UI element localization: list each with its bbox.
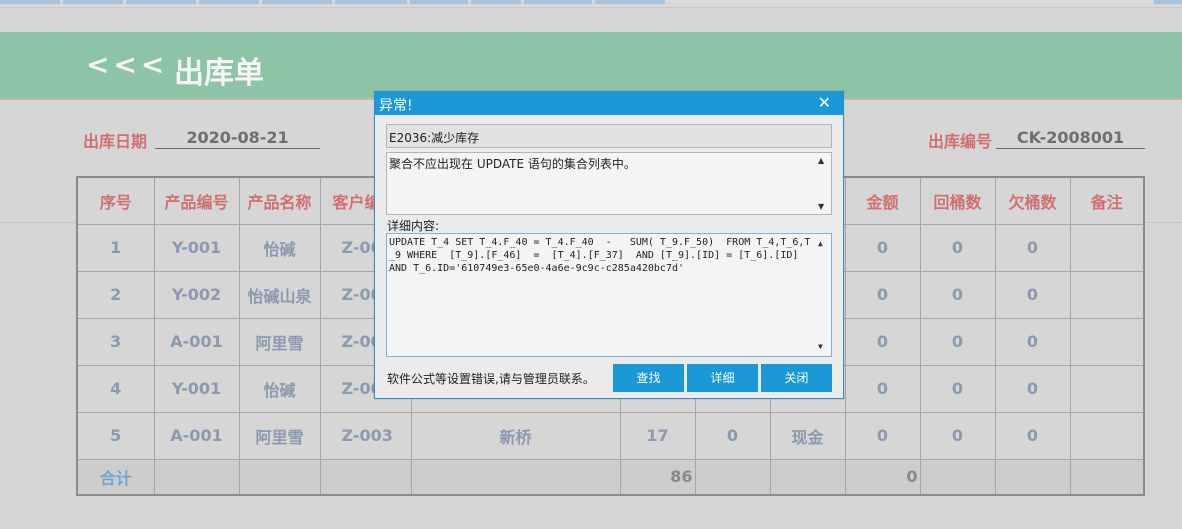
table-cell[interactable]: Y-002 <box>153 270 240 319</box>
table-cell[interactable]: 0 <box>919 411 996 460</box>
close-button[interactable]: 关闭 <box>761 364 832 392</box>
dialog-titlebar[interactable]: 异常! ✕ <box>375 92 843 115</box>
find-button[interactable]: 查找 <box>613 364 684 392</box>
table-cell[interactable]: 怡碱 <box>238 364 321 413</box>
tab-6[interactable] <box>335 0 407 4</box>
summary-cell <box>153 458 240 496</box>
detail-text: UPDATE T_4 SET T_4.F_40 = T_4.F_40 - SUM… <box>389 237 811 274</box>
tab-10[interactable] <box>595 0 665 4</box>
table-cell[interactable]: 5 <box>76 411 155 460</box>
column-header[interactable]: 产品名称 <box>238 176 321 225</box>
detail-label: 详细内容: <box>387 219 440 233</box>
table-cell[interactable]: 0 <box>919 364 996 413</box>
tab-8[interactable] <box>471 0 521 4</box>
summary-cell <box>769 458 846 496</box>
table-cell[interactable]: 3 <box>76 317 155 366</box>
summary-cell: 0 <box>844 458 921 496</box>
table-cell[interactable]: 0 <box>994 270 1071 319</box>
tab-2[interactable] <box>63 0 123 4</box>
footer-message: 软件公式等设置错误,请与管理员联系。 <box>387 372 595 386</box>
summary-cell: 86 <box>619 458 696 496</box>
table-cell[interactable] <box>1069 317 1145 366</box>
table-row[interactable]: 5 A-001 阿里雪 Z-003 新桥 17 0 现金 0 0 0 <box>76 411 1145 460</box>
close-icon[interactable]: ✕ <box>818 93 831 112</box>
table-cell[interactable]: 0 <box>844 317 921 366</box>
table-cell[interactable]: 阿里雪 <box>238 317 321 366</box>
detail-textbox[interactable]: UPDATE T_4 SET T_4.F_40 = T_4.F_40 - SUM… <box>386 233 832 357</box>
tab-9[interactable] <box>524 0 592 4</box>
table-cell[interactable]: 0 <box>994 364 1071 413</box>
summary-cell <box>410 458 621 496</box>
table-cell[interactable]: A-001 <box>153 317 240 366</box>
table-cell[interactable]: Y-001 <box>153 364 240 413</box>
tab-4[interactable] <box>199 0 259 4</box>
table-cell[interactable]: 17 <box>619 411 696 460</box>
summary-cell <box>1069 458 1145 496</box>
table-cell[interactable]: 0 <box>694 411 771 460</box>
table-cell[interactable]: Z-003 <box>319 411 412 460</box>
table-cell[interactable]: 0 <box>919 317 996 366</box>
table-cell[interactable]: Y-001 <box>153 223 240 272</box>
table-cell[interactable]: 1 <box>76 223 155 272</box>
table-cell[interactable]: 0 <box>994 223 1071 272</box>
page-title: 出库单 <box>174 56 264 91</box>
error-message-text: 聚合不应出现在 UPDATE 语句的集合列表中。 <box>389 157 636 171</box>
error-message-box[interactable]: 聚合不应出现在 UPDATE 语句的集合列表中。 ▲ ▼ <box>386 152 832 215</box>
table-cell[interactable]: 0 <box>844 223 921 272</box>
error-code-field[interactable]: E2036:减少库存 <box>386 124 832 148</box>
scroll-down-icon[interactable]: ▼ <box>818 202 824 211</box>
column-header[interactable]: 备注 <box>1069 176 1145 225</box>
summary-label: 合计 <box>76 458 155 496</box>
summary-cell <box>319 458 412 496</box>
tab-3[interactable] <box>126 0 196 4</box>
scroll-up-icon[interactable]: ▲ <box>818 237 823 250</box>
scroll-down-icon[interactable]: ▼ <box>818 340 823 353</box>
table-cell[interactable]: 怡碱山泉 <box>238 270 321 319</box>
table-cell[interactable]: 0 <box>844 270 921 319</box>
table-cell[interactable]: 4 <box>76 364 155 413</box>
summary-row: 合计 86 0 <box>76 458 1145 496</box>
number-field[interactable]: CK-2008001 <box>996 128 1145 149</box>
error-dialog: 异常! ✕ E2036:减少库存 聚合不应出现在 UPDATE 语句的集合列表中… <box>374 91 844 399</box>
table-cell[interactable]: 怡碱 <box>238 223 321 272</box>
table-cell[interactable] <box>1069 364 1145 413</box>
back-button[interactable]: <<< <box>86 48 168 81</box>
column-header[interactable]: 回桶数 <box>919 176 996 225</box>
table-cell[interactable]: 2 <box>76 270 155 319</box>
date-field[interactable]: 2020-08-21 <box>155 128 320 149</box>
table-cell[interactable]: 0 <box>919 223 996 272</box>
tab-1[interactable] <box>0 0 60 4</box>
table-cell[interactable] <box>1069 223 1145 272</box>
table-cell[interactable]: 0 <box>994 317 1071 366</box>
column-header[interactable]: 金额 <box>844 176 921 225</box>
table-cell[interactable]: 阿里雪 <box>238 411 321 460</box>
tab-7[interactable] <box>410 0 468 4</box>
table-cell[interactable]: 0 <box>844 411 921 460</box>
tab-strip <box>0 0 1182 8</box>
tab-5[interactable] <box>262 0 332 4</box>
table-cell[interactable]: 0 <box>994 411 1071 460</box>
table-cell[interactable]: 0 <box>844 364 921 413</box>
column-header[interactable]: 序号 <box>76 176 155 225</box>
tab-11[interactable] <box>1154 0 1182 4</box>
detail-button[interactable]: 详细 <box>687 364 758 392</box>
table-cell[interactable]: 现金 <box>769 411 846 460</box>
summary-cell <box>994 458 1071 496</box>
dialog-title: 异常! <box>379 98 413 114</box>
table-cell[interactable]: 新桥 <box>410 411 621 460</box>
date-label: 出库日期 <box>83 132 148 151</box>
column-header[interactable]: 欠桶数 <box>994 176 1071 225</box>
summary-cell <box>238 458 321 496</box>
table-cell[interactable] <box>1069 270 1145 319</box>
summary-cell <box>919 458 996 496</box>
number-label: 出库编号 <box>928 132 993 151</box>
table-cell[interactable] <box>1069 411 1145 460</box>
message-scrollbar[interactable]: ▲ ▼ <box>816 154 830 213</box>
column-header[interactable]: 产品编号 <box>153 176 240 225</box>
table-cell[interactable]: A-001 <box>153 411 240 460</box>
scroll-up-icon[interactable]: ▲ <box>818 156 824 165</box>
summary-cell <box>694 458 771 496</box>
detail-scrollbar[interactable]: ▲ ▼ <box>816 235 830 355</box>
table-cell[interactable]: 0 <box>919 270 996 319</box>
